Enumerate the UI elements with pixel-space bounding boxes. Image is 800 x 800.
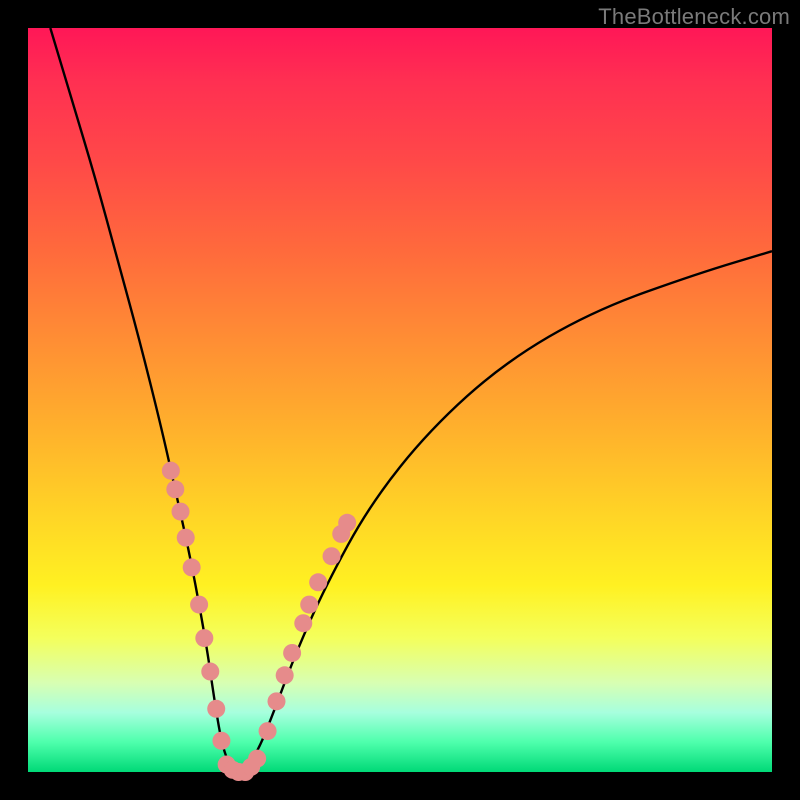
curve-path-group	[50, 28, 772, 772]
marker-group	[162, 462, 356, 781]
marker-dot	[309, 573, 327, 591]
marker-dot	[190, 596, 208, 614]
marker-dot	[338, 514, 356, 532]
marker-dot	[172, 503, 190, 521]
marker-dot	[323, 547, 341, 565]
curve-svg	[28, 28, 772, 772]
marker-dot	[212, 732, 230, 750]
marker-dot	[195, 629, 213, 647]
marker-dot	[183, 558, 201, 576]
marker-dot	[162, 462, 180, 480]
marker-dot	[268, 692, 286, 710]
marker-dot	[248, 750, 266, 768]
plot-area	[28, 28, 772, 772]
marker-dot	[177, 529, 195, 547]
marker-dot	[300, 596, 318, 614]
marker-dot	[207, 700, 225, 718]
watermark-text: TheBottleneck.com	[598, 4, 790, 30]
bottleneck-curve	[50, 28, 772, 772]
marker-dot	[276, 666, 294, 684]
marker-dot	[166, 480, 184, 498]
marker-dot	[294, 614, 312, 632]
chart-frame: TheBottleneck.com	[0, 0, 800, 800]
marker-dot	[259, 722, 277, 740]
marker-dot	[283, 644, 301, 662]
marker-dot	[201, 663, 219, 681]
